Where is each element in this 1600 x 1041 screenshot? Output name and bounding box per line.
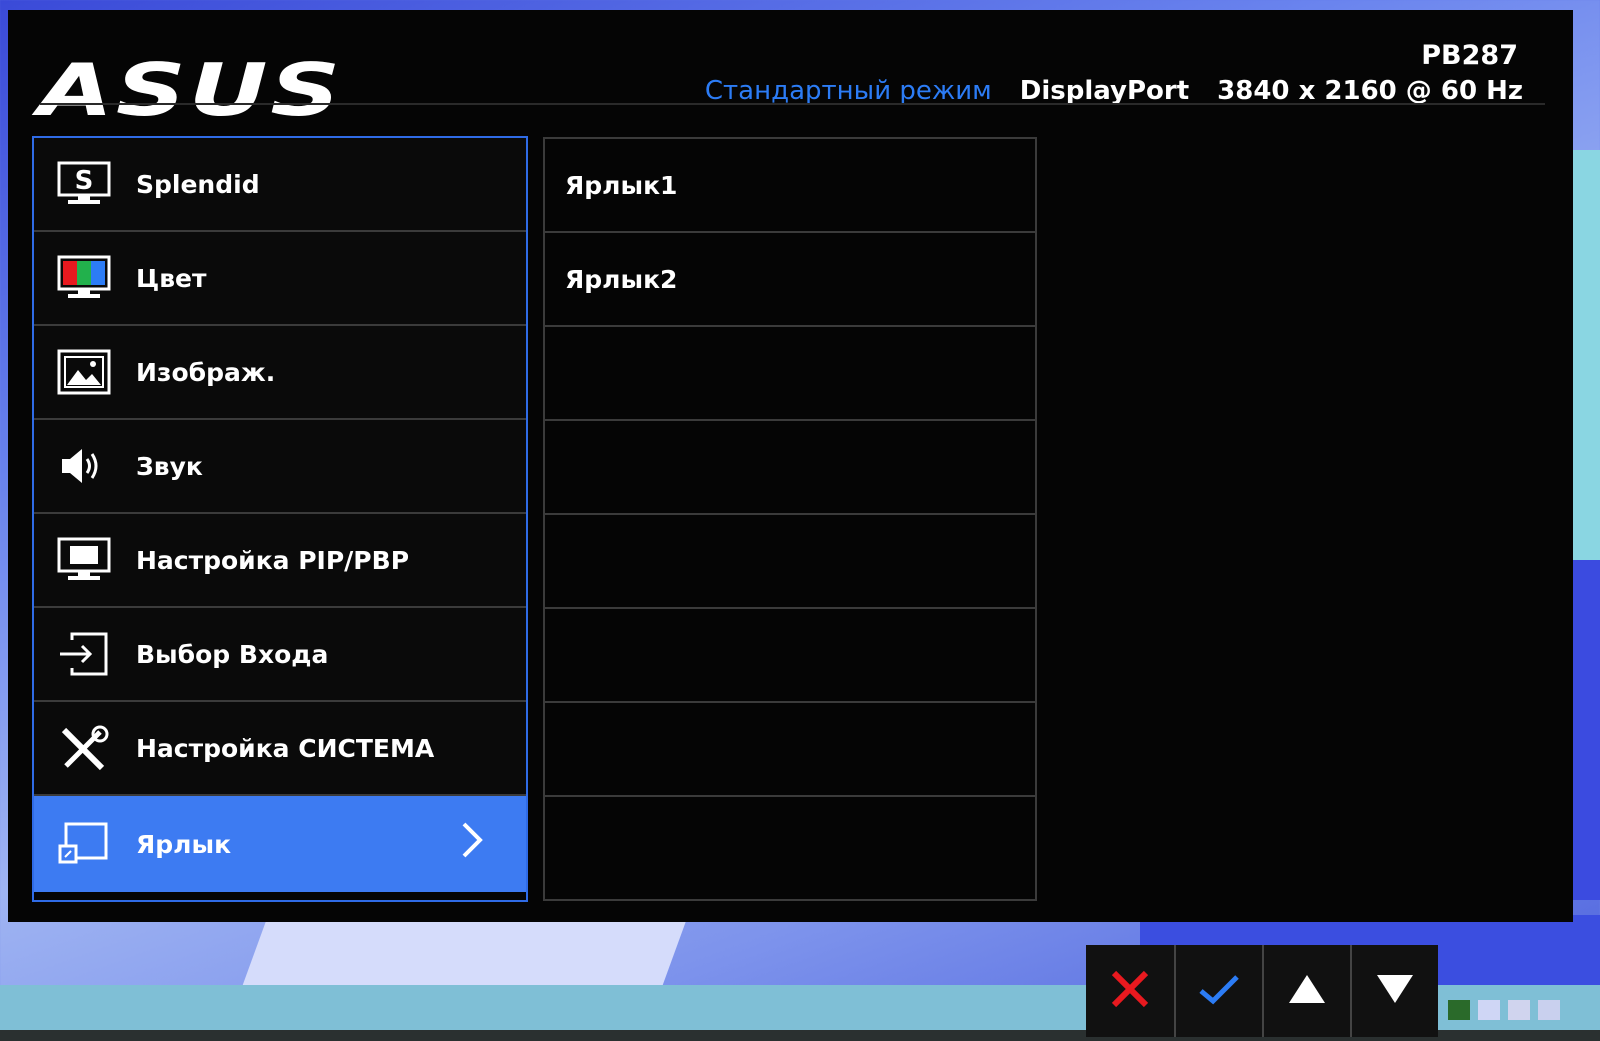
header-divider <box>40 103 1545 105</box>
submenu-item-empty <box>545 421 1035 515</box>
menu-item-input-select[interactable]: Выбор Входа <box>34 608 526 702</box>
pip-monitor-icon <box>54 533 114 587</box>
down-button[interactable] <box>1350 945 1438 1037</box>
menu-item-color[interactable]: Цвет <box>34 232 526 326</box>
menu-item-splendid[interactable]: S Splendid <box>34 138 526 232</box>
down-arrow-icon <box>1375 971 1415 1011</box>
up-button[interactable] <box>1262 945 1350 1037</box>
close-icon <box>1108 967 1152 1015</box>
close-button[interactable] <box>1086 945 1174 1037</box>
submenu-item-empty <box>545 609 1035 703</box>
menu-item-pip-pbp[interactable]: Настройка PIP/PBP <box>34 514 526 608</box>
menu-label: Настройка СИСТЕМА <box>136 733 435 763</box>
menu-label: Ярлык <box>136 829 232 859</box>
splendid-icon: S <box>54 157 114 211</box>
osd-nav-buttons <box>1086 945 1438 1037</box>
color-icon <box>54 251 114 305</box>
input-select-icon <box>54 627 114 681</box>
submenu-item-shortcut1[interactable]: Ярлык1 <box>545 139 1035 233</box>
menu-label: Выбор Входа <box>136 639 329 669</box>
flag-icon <box>1478 1000 1500 1020</box>
osd-panel: ASUS PB287 Стандартный режим DisplayPort… <box>8 10 1573 922</box>
image-icon <box>54 345 114 399</box>
submenu-item-empty <box>545 703 1035 797</box>
system-tray <box>1448 1000 1560 1020</box>
menu-label: Звук <box>136 451 203 481</box>
menu-label: Настройка PIP/PBP <box>136 545 410 575</box>
main-menu: S Splendid Цвет Изображ. Звук Настройка … <box>32 136 528 902</box>
network-icon <box>1508 1000 1530 1020</box>
submenu-item-empty <box>545 797 1035 891</box>
menu-label: Цвет <box>136 263 207 293</box>
menu-label: Изображ. <box>136 357 276 387</box>
submenu-item-shortcut2[interactable]: Ярлык2 <box>545 233 1035 327</box>
menu-item-image[interactable]: Изображ. <box>34 326 526 420</box>
model-name: PB287 <box>1421 40 1518 71</box>
system-tools-icon <box>54 721 114 775</box>
submenu-item-empty <box>545 515 1035 609</box>
svg-text:S: S <box>75 166 94 196</box>
up-arrow-icon <box>1287 971 1327 1011</box>
speaker-icon <box>54 439 114 493</box>
menu-item-shortcut[interactable]: Ярлык <box>34 796 526 892</box>
menu-item-sound[interactable]: Звук <box>34 420 526 514</box>
submenu-item-empty <box>545 327 1035 421</box>
confirm-button[interactable] <box>1174 945 1262 1037</box>
submenu: Ярлык1 Ярлык2 <box>543 137 1037 901</box>
tray-icon <box>1448 1000 1470 1020</box>
status-bar: Стандартный режим DisplayPort 3840 x 216… <box>705 76 1523 106</box>
menu-item-system[interactable]: Настройка СИСТЕМА <box>34 702 526 796</box>
input-label: DisplayPort <box>1019 76 1190 106</box>
mode-label: Стандартный режим <box>704 76 992 106</box>
menu-label: Splendid <box>136 169 260 199</box>
chevron-right-icon <box>458 818 486 866</box>
shortcut-icon <box>54 817 114 871</box>
check-icon <box>1197 967 1241 1015</box>
asus-logo: ASUS <box>38 48 343 132</box>
volume-icon <box>1538 1000 1560 1020</box>
resolution-label: 3840 x 2160 @ 60 Hz <box>1217 76 1523 106</box>
